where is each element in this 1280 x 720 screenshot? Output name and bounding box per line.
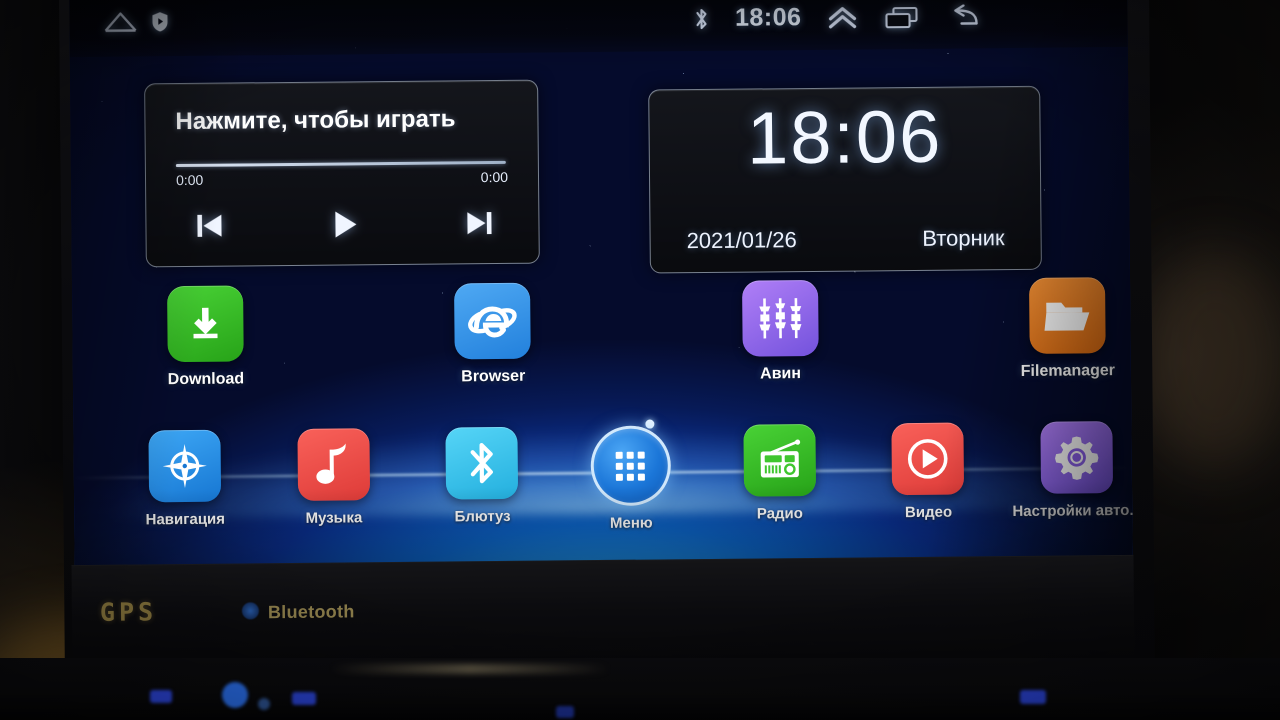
play-button[interactable] xyxy=(326,206,362,242)
shield-play-icon[interactable] xyxy=(151,11,168,32)
panel-led xyxy=(150,690,172,703)
browser-ie-icon[interactable] xyxy=(454,282,532,360)
panel-led xyxy=(1020,690,1046,704)
track-title: Нажмите, чтобы играть xyxy=(175,105,456,136)
app-download[interactable]: Download xyxy=(146,285,265,389)
head-unit-screen: 18:06 Нажмите, чтобы играть 0:00 0:00 18… xyxy=(69,0,1133,572)
grid-dots xyxy=(616,451,646,481)
bluetooth-icon xyxy=(695,8,707,29)
app-label: Радио xyxy=(756,505,803,523)
music-note-icon[interactable] xyxy=(297,428,370,501)
panel-led xyxy=(258,698,270,710)
bottom-control-panel xyxy=(0,658,1280,720)
status-bar-left xyxy=(103,10,168,33)
app-label: Блютуз xyxy=(454,507,511,526)
panel-led xyxy=(292,692,316,705)
equalizer-icon[interactable] xyxy=(741,279,819,357)
home-icon[interactable] xyxy=(103,10,137,32)
room-light-blob xyxy=(1140,250,1280,470)
play-circle-icon[interactable] xyxy=(891,422,965,496)
app-browser[interactable]: Browser xyxy=(433,282,552,386)
previous-track-button[interactable] xyxy=(192,209,226,243)
back-icon[interactable] xyxy=(945,3,979,28)
total-time: 0:00 xyxy=(480,168,509,186)
media-player-widget[interactable]: Нажмите, чтобы играть 0:00 0:00 xyxy=(144,79,540,268)
download-icon[interactable] xyxy=(167,285,244,363)
app-row-2: Навигация Музыка Блютуз Меню Радио Видео… xyxy=(125,421,1133,537)
status-bar-right: 18:06 xyxy=(693,1,980,33)
app-video[interactable]: Видео xyxy=(869,422,988,529)
panel-highlight xyxy=(330,664,610,674)
app-label: Download xyxy=(167,370,245,389)
status-bar-clock: 18:06 xyxy=(734,3,802,32)
panel-led xyxy=(222,682,248,708)
app-label: Навигация xyxy=(145,510,226,529)
chevron-up-icon[interactable] xyxy=(827,5,857,29)
bluetooth-brand-dot xyxy=(241,602,260,620)
app-label: Browser xyxy=(461,367,526,386)
app-bluetooth[interactable]: Блютуз xyxy=(423,426,542,534)
app-navigation[interactable]: Навигация xyxy=(125,429,244,536)
gps-brand-label: GPS xyxy=(99,597,158,627)
app-radio[interactable]: Радио xyxy=(720,423,839,531)
app-row-1: Download Browser Авин Filemanager xyxy=(146,277,1127,389)
next-track-button[interactable] xyxy=(462,206,496,240)
app-grid-icon[interactable] xyxy=(590,425,672,507)
folder-icon[interactable] xyxy=(1028,277,1106,354)
app-car-settings[interactable]: Настройки авто... xyxy=(1012,421,1133,528)
progress-bar[interactable] xyxy=(175,160,506,168)
clock-widget[interactable]: 18:06 2021/01/26 Вторник xyxy=(648,85,1042,274)
panel-led xyxy=(556,706,574,718)
bluetooth-brand-label: Bluetooth xyxy=(267,601,355,623)
app-menu[interactable]: Меню xyxy=(571,425,690,532)
app-label: Настройки авто... xyxy=(1012,501,1133,521)
app-avin[interactable]: Авин xyxy=(721,279,840,384)
clock-date: 2021/01/26 xyxy=(686,227,797,254)
recent-apps-icon[interactable] xyxy=(883,4,919,28)
app-music[interactable]: Музыка xyxy=(274,428,393,535)
player-controls xyxy=(176,195,513,254)
app-label: Видео xyxy=(904,503,953,522)
compass-icon[interactable] xyxy=(148,429,222,503)
app-label: Музыка xyxy=(305,509,363,527)
clock-weekday: Вторник xyxy=(922,225,1005,251)
screenshot-root: 18:06 Нажмите, чтобы играть 0:00 0:00 18… xyxy=(0,0,1280,720)
app-label: Авин xyxy=(760,365,802,383)
current-time: 0:00 xyxy=(175,171,204,189)
clock-time: 18:06 xyxy=(746,94,943,180)
app-label: Filemanager xyxy=(1020,362,1116,380)
app-filemanager[interactable]: Filemanager xyxy=(1008,277,1127,381)
app-label: Меню xyxy=(609,514,653,532)
radio-icon[interactable] xyxy=(743,423,816,497)
bluetooth-icon[interactable] xyxy=(445,426,519,500)
gear-icon[interactable] xyxy=(1040,421,1114,494)
